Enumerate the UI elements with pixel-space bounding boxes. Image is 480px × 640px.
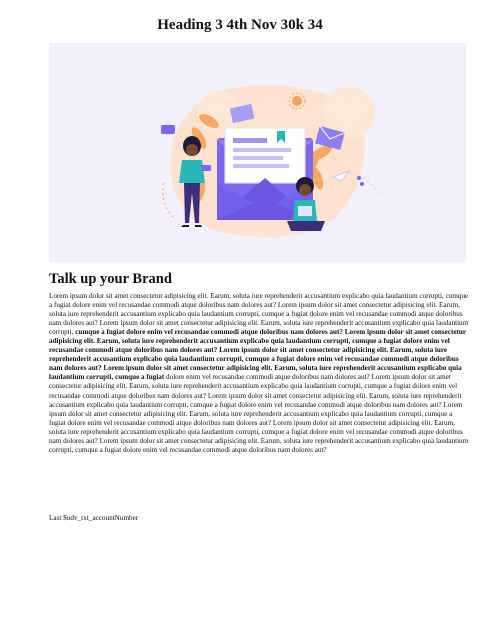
section-title: Talk up your Brand: [49, 271, 172, 287]
document-page: Heading 3 4th Nov 30k 34 Talk up your Br…: [0, 0, 480, 640]
hero-illustration: [49, 43, 466, 262]
body-paragraph: Lorem ipsum dolor sit amet consectetur a…: [49, 292, 469, 455]
paragraph-run: dolore enim vel recusandae commodi atque…: [49, 373, 469, 454]
email-marketing-illustration-icon: [161, 85, 380, 238]
page-heading: Heading 3 4th Nov 30k 34: [157, 17, 323, 33]
footer-text: Last $udv_txt_accountNumber: [49, 514, 139, 522]
